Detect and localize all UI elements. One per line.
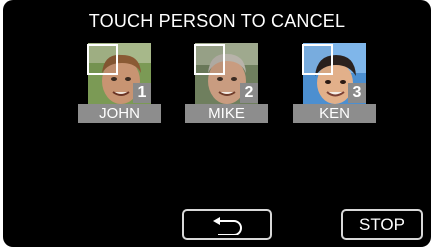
person-card-john[interactable]: 1 JOHN — [78, 43, 161, 123]
return-arrow-icon — [213, 217, 242, 235]
person-card-ken[interactable]: 3 KEN — [293, 43, 376, 123]
cancel-checkbox[interactable] — [302, 44, 333, 75]
screen-title: TOUCH PERSON TO CANCEL — [88, 11, 346, 31]
person-name: MIKE — [185, 104, 268, 123]
stop-button[interactable]: STOP — [341, 209, 423, 240]
person-name: JOHN — [78, 104, 161, 123]
person-number: 3 — [348, 83, 366, 103]
back-button[interactable] — [182, 209, 272, 240]
person-number: 1 — [133, 83, 151, 103]
cancel-checkbox[interactable] — [87, 44, 118, 75]
camera-screen: TOUCH PERSON TO CANCEL 1 JOHN 2 MIKE 3 K… — [3, 0, 431, 247]
person-card-mike[interactable]: 2 MIKE — [185, 43, 268, 123]
person-number: 2 — [240, 83, 258, 103]
person-name: KEN — [293, 104, 376, 123]
cancel-checkbox[interactable] — [194, 44, 225, 75]
